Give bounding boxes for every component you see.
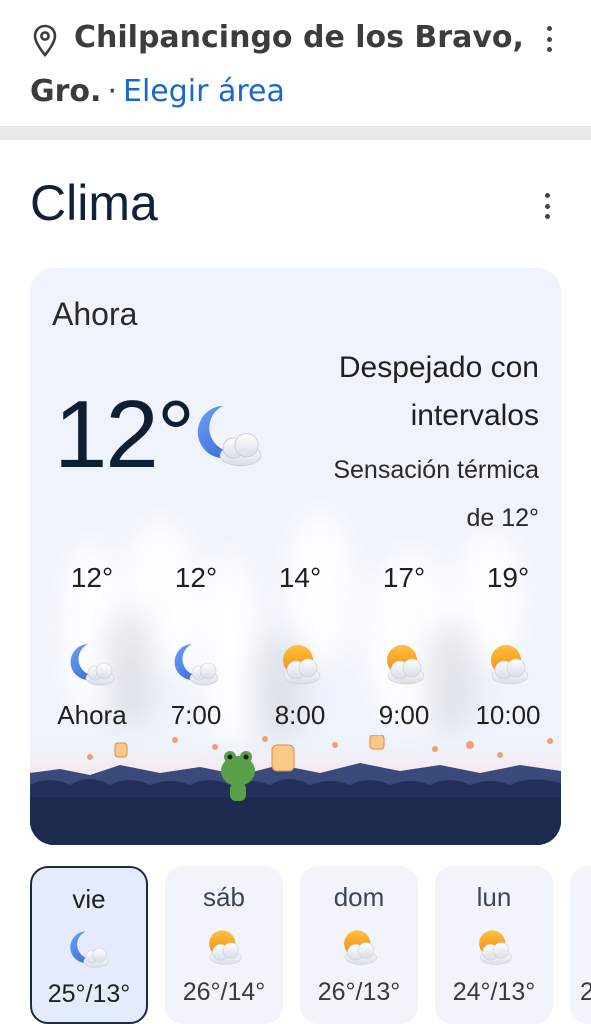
- hourly-temp: 12°: [70, 562, 114, 593]
- night-partly-cloudy-icon: [68, 928, 110, 970]
- hourly-temp: 17°: [382, 562, 426, 593]
- daily-forecast-day[interactable]: lun 24°/13°: [435, 866, 553, 1024]
- location-pin-icon: [33, 24, 57, 57]
- hourly-time: Ahora: [57, 700, 127, 730]
- partly-sunny-icon: [473, 926, 515, 968]
- current-weather-card[interactable]: Ahora 12° Despejado con intervalos Sensa…: [30, 268, 561, 845]
- night-partly-cloudy-icon: [194, 400, 264, 470]
- weather-title: Clima: [30, 175, 158, 231]
- hourly-time: 9:00: [378, 700, 430, 730]
- feels-like-line2: de 12°: [466, 504, 539, 532]
- day-name: lun: [476, 882, 512, 912]
- hourly-item[interactable]: 12° Ahora: [40, 558, 144, 731]
- hourly-item[interactable]: 17° 9:00: [352, 558, 456, 731]
- hourly-temp: 19°: [486, 562, 530, 593]
- daily-forecast-day[interactable]: vie 25°/13°: [30, 866, 148, 1024]
- day-temperature-range: 25°/13°: [47, 980, 131, 1008]
- day-name: sáb: [203, 882, 245, 912]
- current-temperature: 12°: [54, 381, 195, 488]
- night-partly-cloudy-icon: [172, 640, 220, 688]
- hourly-time: 7:00: [170, 700, 222, 730]
- location-bar: Chilpancingo de los Bravo, Gro. · Elegir á…: [0, 0, 591, 126]
- day-name: dom: [333, 882, 385, 912]
- choose-area-link[interactable]: Elegir área: [123, 74, 285, 109]
- weather-condition: Despejado con intervalos: [269, 344, 539, 440]
- day-name: vie: [72, 884, 106, 914]
- location-state: Gro.: [30, 74, 102, 109]
- daily-forecast-day-partial[interactable]: 2: [570, 866, 591, 1024]
- hourly-time: 8:00: [274, 700, 326, 730]
- hourly-item[interactable]: 19° 10:00: [456, 558, 560, 731]
- daily-forecast-day[interactable]: dom 26°/13°: [300, 866, 418, 1024]
- weather-more-options-icon[interactable]: [542, 193, 552, 219]
- location-line2: Gro. · Elegir área: [30, 74, 285, 109]
- location-name: Chilpancingo de los Bravo,: [74, 20, 524, 55]
- condition-line2: intervalos: [410, 399, 539, 432]
- location-separator: ·: [107, 74, 117, 109]
- partly-sunny-icon: [484, 640, 532, 688]
- now-label: Ahora: [52, 296, 138, 332]
- day-temperature-range: 24°/13°: [452, 978, 536, 1006]
- feels-like: Sensación térmica de 12°: [269, 446, 539, 542]
- day-temperature-range: 26°/14°: [182, 978, 266, 1006]
- section-divider: [0, 126, 591, 140]
- feels-like-line1: Sensación térmica: [333, 456, 539, 484]
- partly-sunny-icon: [338, 926, 380, 968]
- hourly-temp: 14°: [278, 562, 322, 593]
- location-more-options-icon[interactable]: [544, 26, 554, 52]
- hourly-item[interactable]: 14° 8:00: [248, 558, 352, 731]
- partly-sunny-icon: [276, 640, 324, 688]
- day-temperature-partial: 2: [580, 978, 591, 1006]
- hourly-time: 10:00: [475, 700, 541, 730]
- hourly-item[interactable]: 12° 7:00: [144, 558, 248, 731]
- night-partly-cloudy-icon: [68, 640, 116, 688]
- lantern-night-scene: [30, 735, 561, 845]
- partly-sunny-icon: [380, 640, 428, 688]
- daily-forecast-day[interactable]: sáb 26°/14°: [165, 866, 283, 1024]
- condition-line1: Despejado con: [338, 351, 539, 384]
- day-temperature-range: 26°/13°: [317, 978, 401, 1006]
- hourly-temp: 12°: [174, 562, 218, 593]
- partly-sunny-icon: [203, 926, 245, 968]
